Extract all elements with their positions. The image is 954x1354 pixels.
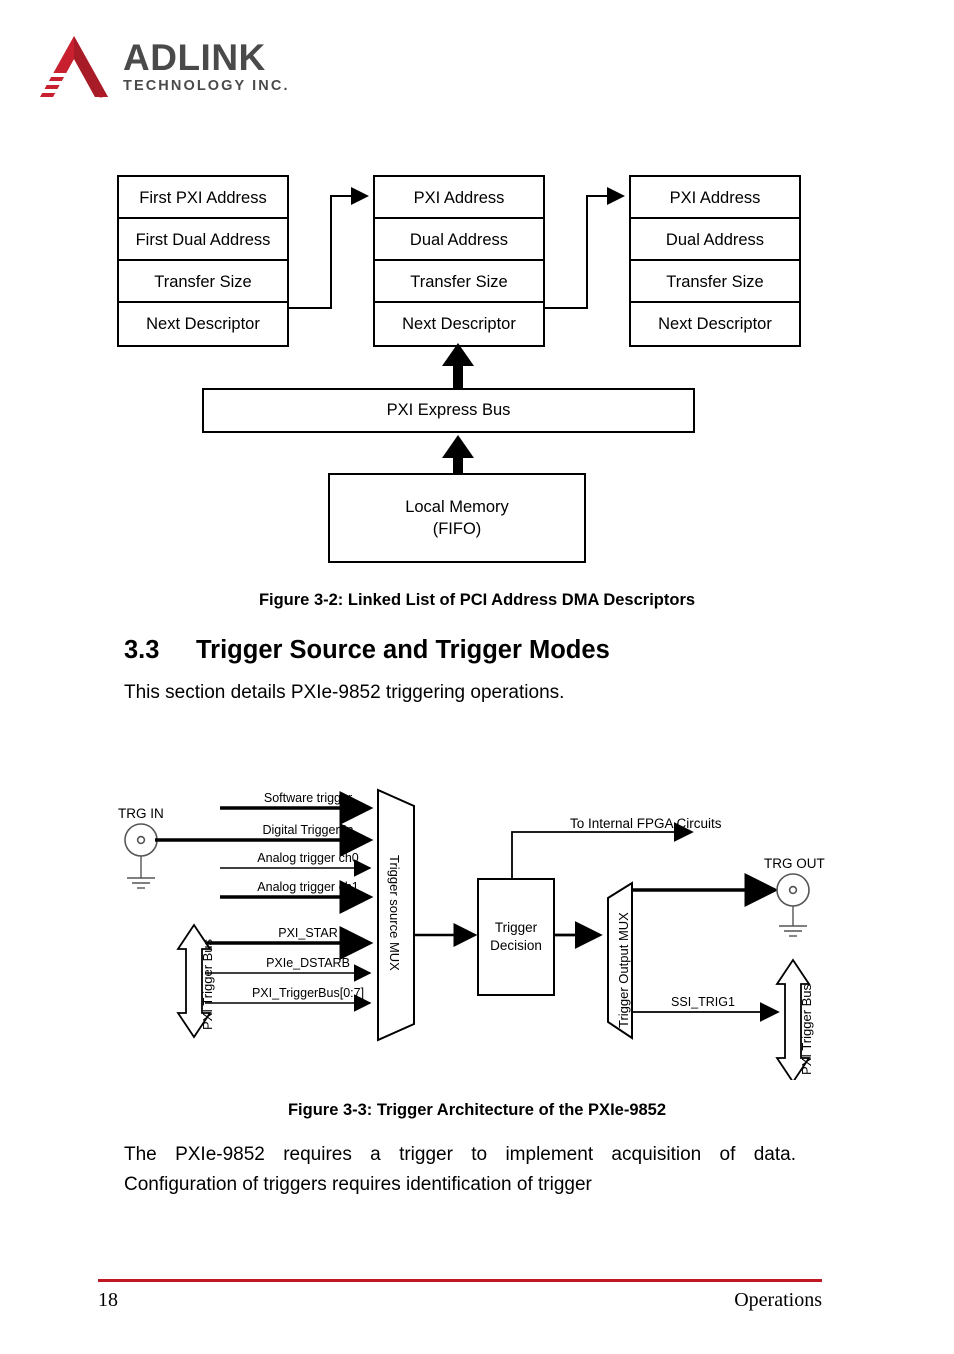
section-title: Trigger Source and Trigger Modes	[196, 636, 610, 664]
trg-out-connector-icon	[776, 873, 810, 937]
local-memory-label-line1: Local Memory	[405, 497, 509, 516]
figure-3-3-caption: Figure 3-3: Trigger Architecture of the …	[287, 1101, 667, 1119]
trigger-output-mux-label: Trigger Output MUX	[616, 912, 631, 1028]
section-number: 3.3	[124, 636, 160, 664]
page-number: 18	[98, 1289, 118, 1311]
signal-label-software-trigger: Software trigger	[263, 791, 353, 805]
footer-section-name: Operations	[734, 1289, 822, 1311]
signal-label-analog-trigger-ch0: Analog trigger ch0	[257, 851, 359, 865]
fpga-destination-label: To Internal FPGA Circuits	[570, 816, 722, 831]
trigger-decision-box: Trigger Decision	[477, 878, 555, 996]
logo-word: ADLINK	[123, 37, 266, 78]
trg-in-connector-icon	[124, 823, 158, 889]
registered-mark: ®	[98, 91, 104, 100]
section-heading: 3.3 Trigger Source and Trigger Modes	[124, 636, 610, 665]
footer-rule	[98, 1279, 822, 1282]
adlink-wordmark: ADLINK TECHNOLOGY INC.	[123, 39, 290, 95]
trigger-decision-line1: Trigger	[494, 920, 538, 936]
signal-label-ssi-trig1: SSI_TRIG1	[671, 995, 735, 1009]
signal-label-pxi-star: PXI_STAR	[278, 926, 338, 940]
figure-3-2-caption: Figure 3-2: Linked List of PCI Address D…	[258, 591, 696, 609]
local-memory-box: Local Memory (FIFO)	[328, 473, 586, 563]
trg-out-label: TRG OUT	[764, 856, 825, 871]
trigger-source-mux-label: Trigger source MUX	[387, 855, 402, 971]
logo-subtitle: TECHNOLOGY INC.	[123, 78, 290, 94]
trigger-decision-line2: Decision	[490, 938, 542, 953]
pxi-trigger-bus-right-label: PXI Trigger Bus	[799, 983, 814, 1075]
figure-3-3-diagram: TRG IN TRG OUT To Internal FPGA Circuits…	[0, 780, 954, 1080]
figure-3-2-diagram: First PXI Address First Dual Address Tra…	[0, 160, 954, 580]
adlink-logo-icon: ®	[38, 33, 110, 103]
signal-label-digital-trigger-in: Digital Trigger In	[262, 823, 354, 837]
signal-label-pxie-dstarb: PXIe_DSTARB	[266, 956, 350, 970]
section-intro-text: This section details PXIe-9852 triggerin…	[124, 682, 565, 703]
trg-in-label: TRG IN	[118, 806, 164, 821]
pxi-express-bus-box: PXI Express Bus	[202, 388, 695, 433]
pxi-trigger-bus-left-label: PXI Trigger Bus	[200, 938, 215, 1030]
signal-label-pxi-triggerbus: PXI_TriggerBus[0:7]	[251, 986, 365, 1000]
body-paragraph: The PXIe-9852 requires a trigger to impl…	[124, 1144, 796, 1195]
page-header: ® ADLINK TECHNOLOGY INC.	[38, 33, 298, 107]
signal-label-analog-trigger-ch1: Analog trigger ch1	[257, 880, 359, 894]
local-memory-label-line2: (FIFO)	[432, 520, 482, 538]
pxi-express-bus-label: PXI Express Bus	[386, 401, 511, 420]
